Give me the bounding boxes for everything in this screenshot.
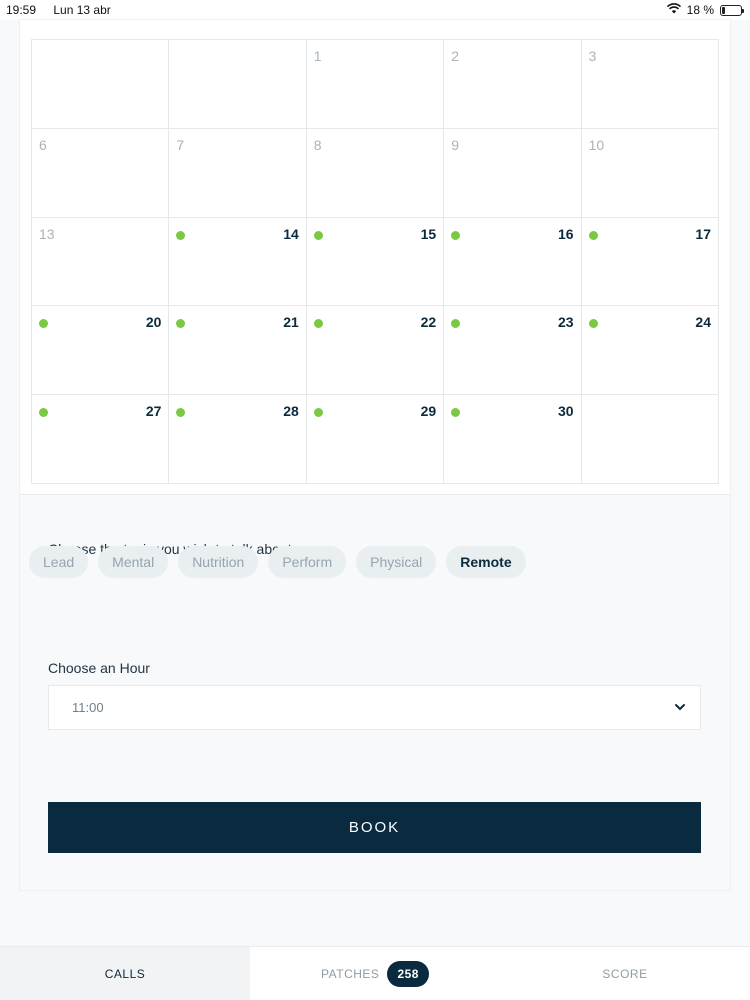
availability-dot-icon <box>313 230 323 240</box>
status-bar: 19:59 Lun 13 abr 18 % <box>0 0 750 20</box>
calendar-day-number: 1 <box>313 48 322 64</box>
calendar-day-number: 15 <box>420 225 437 242</box>
calendar-day[interactable]: 14 <box>169 217 307 307</box>
topic-chips: Lead Mental Nutrition Perform Physical Remote <box>29 546 526 578</box>
calendar-day: 9 <box>444 128 582 218</box>
hour-select-value: 11:00 <box>72 700 104 715</box>
calendar-day-number: 7 <box>176 136 185 153</box>
topic-chip-physical[interactable]: Physical <box>356 546 437 578</box>
calendar-day-number: 21 <box>283 314 299 331</box>
calendar-day[interactable]: 15 <box>306 217 445 307</box>
calendar-day-number: 23 <box>558 314 574 331</box>
calendar-day: 3 <box>581 40 719 129</box>
calendar-empty-cell <box>32 40 170 129</box>
availability-dot-icon <box>176 319 186 329</box>
calendar-day[interactable]: 22 <box>306 306 445 396</box>
calendar-day[interactable]: 16 <box>444 217 582 307</box>
availability-dot-icon <box>588 230 598 240</box>
calendar-day: 1 <box>306 40 445 129</box>
status-time: 19:59 <box>6 3 37 17</box>
calendar-day[interactable]: 20 <box>32 306 170 396</box>
calendar-day[interactable]: 27 <box>32 395 170 484</box>
status-date: Lun 13 abr <box>53 3 111 17</box>
availability-dot-icon <box>39 408 48 418</box>
calendar-day[interactable]: 23 <box>444 306 582 396</box>
calendar-day[interactable]: 29 <box>306 395 445 484</box>
calendar-day-number: 17 <box>695 225 711 242</box>
availability-dot-icon <box>176 408 186 418</box>
calendar-day-number: 2 <box>451 48 459 64</box>
calendar-grid: 1 2 3 6 7 8 9 10 13 14 15 16 17 20 21 22 23 24 27 28 29 30 <box>31 39 719 484</box>
calendar-empty-cell <box>581 395 719 484</box>
calendar-day: 7 <box>169 128 307 218</box>
calendar-day-number: 27 <box>145 403 162 420</box>
calendar-day[interactable]: 21 <box>169 306 307 396</box>
calendar-day: 13 <box>32 217 170 307</box>
availability-dot-icon <box>451 230 461 240</box>
booking-card: 1 2 3 6 7 8 9 10 13 14 15 16 17 20 21 22 23 24 27 28 29 30 <box>20 20 730 890</box>
availability-dot-icon <box>39 319 48 329</box>
calendar-day-number: 20 <box>145 314 162 331</box>
calendar-day-number: 24 <box>695 314 711 331</box>
calendar-day-number: 6 <box>39 136 47 153</box>
battery-percent: 18 % <box>686 3 714 17</box>
wifi-icon <box>666 3 681 17</box>
topic-chip-mental[interactable]: Mental <box>98 546 169 578</box>
patches-count-badge: 258 <box>387 960 429 987</box>
chevron-down-icon <box>675 704 685 711</box>
calendar-panel: 1 2 3 6 7 8 9 10 13 14 15 16 17 20 21 22 23 24 27 28 29 30 <box>20 20 730 495</box>
tab-calls[interactable]: CALLS <box>0 947 250 1000</box>
availability-dot-icon <box>451 319 461 329</box>
booking-screen: 19:59 Lun 13 abr 18 % 1 2 3 6 7 8 9 10 13 14 15 16 1… <box>0 0 750 1000</box>
tab-calls-label: CALLS <box>104 966 146 981</box>
calendar-day-number: 3 <box>588 48 597 64</box>
hour-label: Choose an Hour <box>48 660 150 676</box>
calendar-day: 8 <box>306 128 445 218</box>
hour-select[interactable]: 11:00 <box>48 685 701 730</box>
topic-chip-nutrition[interactable]: Nutrition <box>178 546 259 578</box>
calendar-day: 6 <box>32 128 170 218</box>
calendar-day: 2 <box>444 40 582 129</box>
calendar-day-number: 29 <box>420 403 437 420</box>
topic-chip-perform[interactable]: Perform <box>268 546 347 578</box>
calendar-empty-cell <box>169 40 307 129</box>
battery-icon <box>720 4 744 16</box>
availability-dot-icon <box>176 230 186 240</box>
availability-dot-icon <box>313 408 323 418</box>
calendar-day[interactable]: 28 <box>169 395 307 484</box>
calendar-day-number: 22 <box>420 314 437 331</box>
availability-dot-icon <box>451 408 461 418</box>
book-button[interactable]: BOOK <box>48 802 701 853</box>
bottom-tab-bar: CALLS PATCHES 258 SCORE <box>0 946 750 1000</box>
calendar-day-number: 14 <box>283 225 299 242</box>
calendar-day-number: 16 <box>558 225 574 242</box>
tab-score[interactable]: SCORE <box>500 947 750 1000</box>
calendar-day: 10 <box>581 128 719 218</box>
topic-chip-remote[interactable]: Remote <box>446 546 526 578</box>
tab-score-label: SCORE <box>602 966 648 981</box>
calendar-day-number: 10 <box>588 136 605 153</box>
availability-dot-icon <box>588 319 598 329</box>
calendar-day[interactable]: 17 <box>581 217 719 307</box>
calendar-day[interactable]: 30 <box>444 395 582 484</box>
calendar-day-number: 13 <box>39 225 55 242</box>
calendar-day-number: 30 <box>558 403 574 420</box>
calendar-day-number: 8 <box>313 136 322 153</box>
calendar-day-number: 28 <box>283 403 299 420</box>
tab-patches-label: PATCHES <box>321 966 380 981</box>
calendar-day-number: 9 <box>451 136 459 153</box>
tab-patches[interactable]: PATCHES 258 <box>250 947 500 1000</box>
calendar-day[interactable]: 24 <box>581 306 719 396</box>
availability-dot-icon <box>313 319 323 329</box>
topic-chip-lead[interactable]: Lead <box>29 546 89 578</box>
